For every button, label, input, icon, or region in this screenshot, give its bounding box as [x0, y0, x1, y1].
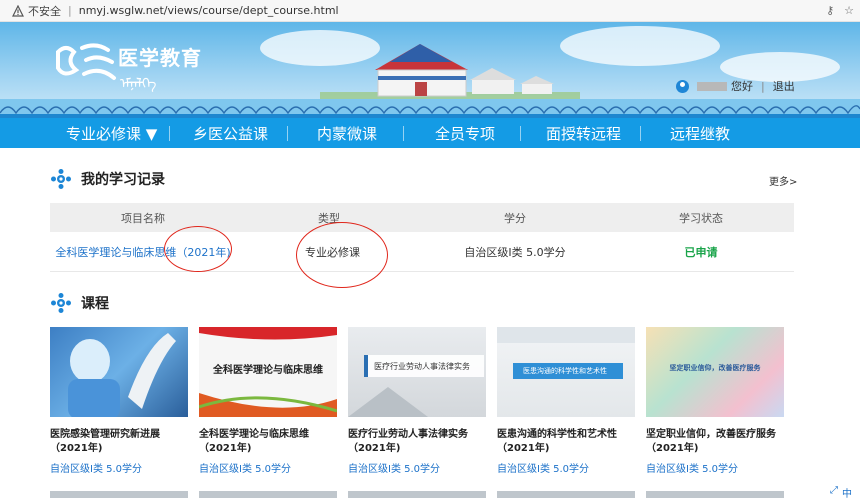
nav-item-remote-education[interactable]: 远程继教 [670, 123, 730, 144]
security-label: 不安全 [28, 4, 61, 18]
records-section-header: 我的学习记录 [50, 168, 165, 190]
course-card[interactable]: 医疗行业劳动人事法律实务 医疗行业劳动人事法律实务（2021年) 自治区级I类 … [348, 327, 486, 475]
nav-divider [403, 126, 404, 141]
thumbnail-preview [497, 491, 635, 498]
key-icon[interactable]: ⚷ [826, 4, 834, 17]
table-header: 项目名称 类型 学分 学习状态 [50, 203, 794, 232]
ornament-icon [51, 169, 71, 189]
language-toggle[interactable]: 中 [842, 485, 852, 498]
browser-address-bar[interactable]: 不安全 | nmyj.wsglw.net/views/course/dept_c… [0, 0, 860, 22]
nav-divider [520, 126, 521, 141]
logo-mongolian-text: ᠡᠮᠨᠡᠯᠭᠡ [120, 76, 157, 92]
thumbnail-preview [348, 491, 486, 498]
column-header: 学习状态 [679, 211, 723, 225]
course-thumbnail[interactable]: 全科医学理论与临床思维 [199, 327, 337, 417]
user-avatar-icon[interactable] [676, 79, 689, 93]
url-text[interactable]: nmyj.wsglw.net/views/course/dept_course.… [79, 4, 339, 17]
site-banner: 医学教育 ᠡᠮᠨᠡᠯᠭᠡ 您好 | 退出 [0, 22, 860, 118]
column-header: 项目名称 [121, 211, 165, 225]
nav-item-micro-course[interactable]: 内蒙微课 [317, 123, 377, 144]
records-title: 我的学习记录 [81, 172, 165, 188]
more-link[interactable]: 更多> [769, 173, 797, 188]
logout-link[interactable]: 退出 [773, 78, 795, 94]
user-separator: | [761, 79, 765, 93]
course-credit: 自治区级I类 5.0学分 [50, 464, 143, 475]
course-credit: 自治区级I类 5.0学分 [348, 464, 441, 475]
course-card[interactable]: 坚定职业信仰，改善医疗服务 坚定职业信仰，改善医疗服务（2021年) 自治区级I… [646, 327, 784, 475]
nav-divider [169, 126, 170, 141]
course-card[interactable]: 医院感染管理研究新进展（2021年) 自治区级I类 5.0学分 [50, 327, 188, 475]
nav-item-all-staff[interactable]: 全员专项 [435, 123, 495, 144]
surgeon-image [68, 333, 176, 417]
thumbnail-text: 医疗行业劳动人事法律实务 [374, 362, 470, 371]
record-credit: 自治区级I类 5.0学分 [464, 245, 566, 259]
ornament-icon [51, 293, 71, 313]
next-row-preview [0, 491, 860, 498]
resize-icon[interactable]: ⤢ [830, 485, 838, 498]
nav-divider [287, 126, 288, 141]
nav-divider [640, 126, 641, 141]
course-thumbnail[interactable]: 坚定职业信仰，改善医疗服务 [646, 327, 784, 417]
nav-item-required-course[interactable]: 专业必修课 ▼ [66, 123, 157, 144]
user-area: 您好 | 退出 [676, 78, 795, 94]
browser-right-icons: ⚷ ☆ [826, 4, 854, 17]
record-type: 专业必修课 [305, 245, 360, 259]
course-title[interactable]: 全科医学理论与临床思维（2021年) [199, 428, 337, 456]
thumbnail-preview [646, 491, 784, 498]
thumbnail-text: 医患沟通的科学性和艺术性 [523, 367, 607, 375]
thumbnail-text: 全科医学理论与临床思维 [213, 365, 323, 376]
thumbnail-text: 坚定职业信仰，改善医疗服务 [669, 364, 761, 372]
ornament-border [0, 99, 860, 118]
courses-title: 课程 [81, 296, 109, 312]
yurt-illustration [320, 44, 580, 110]
thumbnail-preview [50, 491, 188, 498]
course-thumbnail[interactable]: 医患沟通的科学性和艺术性 [497, 327, 635, 417]
course-card[interactable]: 全科医学理论与临床思维 全科医学理论与临床思维（2021年) 自治区级I类 5.… [199, 327, 337, 475]
course-credit: 自治区级I类 5.0学分 [646, 464, 739, 475]
thumbnail-preview [199, 491, 337, 498]
record-name-link[interactable]: 全科医学理论与临床思维（2021年) [50, 232, 236, 271]
column-header: 学分 [504, 211, 526, 225]
course-title[interactable]: 医疗行业劳动人事法律实务（2021年) [348, 428, 486, 456]
main-nav: 专业必修课 ▼ 乡医公益课 内蒙微课 全员专项 面授转远程 远程继教 [0, 118, 860, 148]
course-title[interactable]: 医患沟通的科学性和艺术性（2021年) [497, 428, 635, 456]
thumbnail-decoration [348, 355, 484, 417]
course-thumbnail[interactable]: 医疗行业劳动人事法律实务 [348, 327, 486, 417]
course-credit: 自治区级I类 5.0学分 [199, 464, 292, 475]
course-title[interactable]: 坚定职业信仰，改善医疗服务（2021年) [646, 428, 784, 456]
record-status: 已申请 [684, 245, 718, 259]
star-icon[interactable]: ☆ [844, 4, 854, 17]
course-title[interactable]: 医院感染管理研究新进展（2021年) [50, 428, 188, 456]
corner-tools: ⤢ 中 [828, 485, 854, 498]
course-credit: 自治区级I类 5.0学分 [497, 464, 590, 475]
logo-title: 医学教育 [118, 46, 202, 70]
table-row: 全科医学理论与临床思维（2021年) 专业必修课 自治区级I类 5.0学分 已申… [50, 232, 794, 272]
records-table: 项目名称 类型 学分 学习状态 全科医学理论与临床思维（2021年) 专业必修课… [50, 203, 794, 272]
course-thumbnail[interactable] [50, 327, 188, 417]
cloud-decoration [560, 26, 720, 66]
nav-item-village-doctor[interactable]: 乡医公益课 [193, 123, 268, 144]
warning-icon [12, 4, 24, 17]
nav-item-face-to-remote[interactable]: 面授转远程 [546, 123, 621, 144]
logo-mark-icon [56, 43, 116, 80]
address-separator: | [68, 4, 72, 17]
masked-username [697, 81, 727, 91]
courses-section-header: 课程 [50, 292, 109, 314]
course-card[interactable]: 医患沟通的科学性和艺术性 医患沟通的科学性和艺术性（2021年) 自治区级I类 … [497, 327, 635, 475]
column-header: 类型 [318, 211, 340, 225]
greeting-text: 您好 [731, 80, 753, 93]
